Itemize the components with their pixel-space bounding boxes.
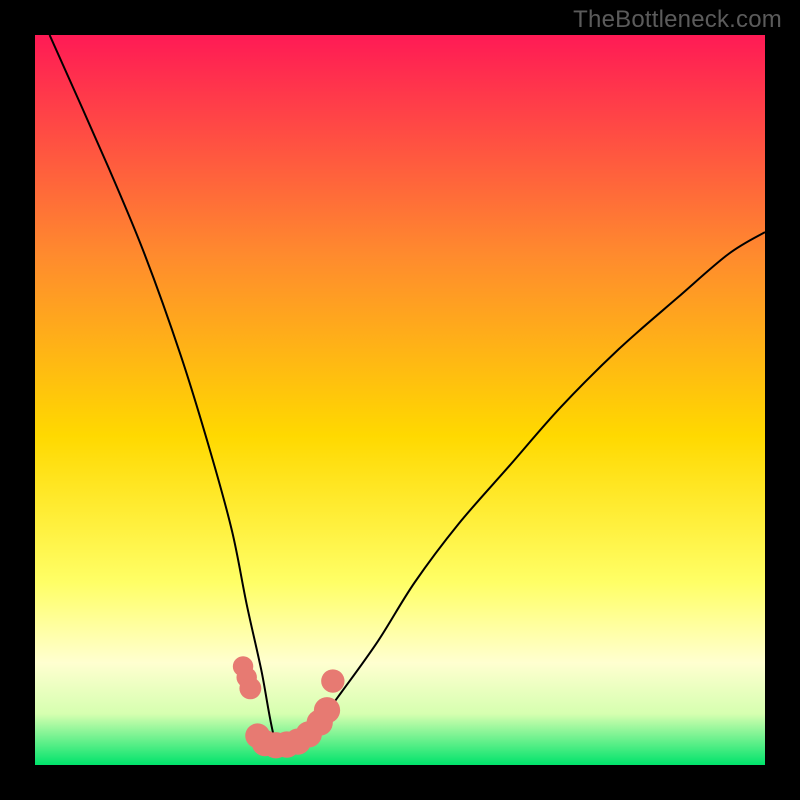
marker-dot	[314, 697, 340, 723]
marker-dot	[239, 677, 261, 699]
bottleneck-curve-chart	[35, 35, 765, 765]
marker-dot	[321, 669, 344, 692]
chart-frame: TheBottleneck.com	[0, 0, 800, 800]
watermark-text: TheBottleneck.com	[573, 6, 782, 34]
gradient-background	[35, 35, 765, 765]
plot-area	[35, 35, 765, 765]
